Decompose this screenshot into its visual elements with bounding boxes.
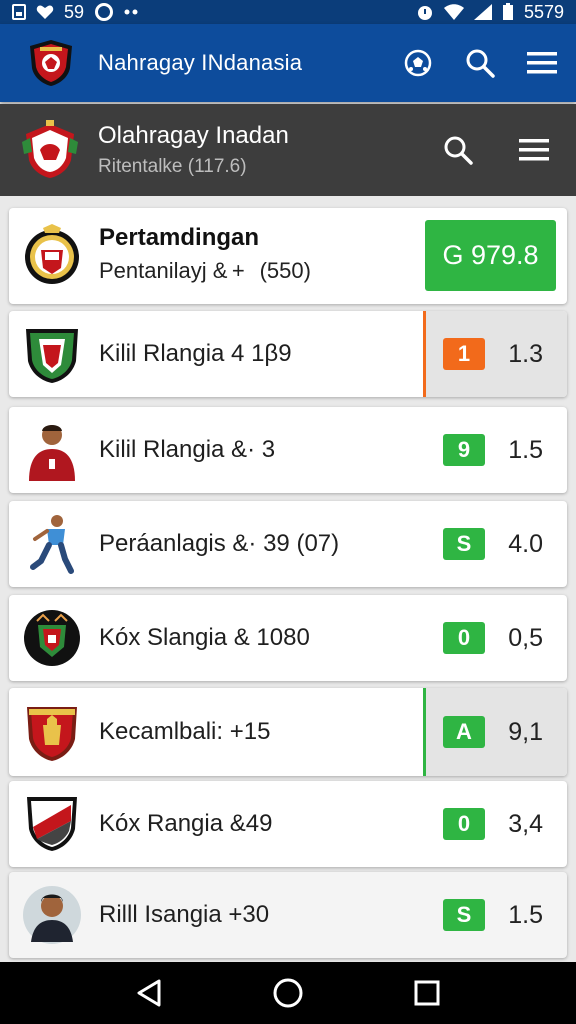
summary-card[interactable]: Pertamdingan Pentanilayj & + (550) G 979… <box>9 208 567 304</box>
match-badge: S <box>443 899 485 931</box>
match-badge: 0 <box>443 808 485 840</box>
match-badge: 1 <box>443 338 485 370</box>
match-row[interactable]: Kóx Rangia &49 0 3,4 <box>9 781 567 867</box>
wifi-icon <box>443 4 464 20</box>
match-label: Kóx Rangia &49 <box>99 810 273 837</box>
match-label: Kecamlbali: +15 <box>99 718 271 745</box>
back-icon[interactable] <box>129 973 169 1013</box>
club-crest-icon[interactable] <box>22 120 78 180</box>
player-avatar-icon <box>23 886 81 944</box>
match-badge: A <box>443 716 485 748</box>
club-crest-icon <box>26 329 78 383</box>
status-right: 5579 <box>416 2 564 23</box>
match-row[interactable]: Kóx Slangia & 1080 0 0,5 <box>9 595 567 681</box>
menu-icon[interactable] <box>516 132 552 168</box>
sub-header-title: Olahragay Inadan <box>98 122 289 149</box>
app-bar: Nahragay INdanasia <box>0 24 576 102</box>
match-row[interactable]: Rilll Isangia +30 S 1.5 <box>9 872 567 958</box>
match-odds[interactable]: 0,5 <box>508 624 543 653</box>
alarm-icon <box>417 6 432 20</box>
summary-subtitle: Pentanilayj & + (550) <box>99 258 311 283</box>
total-odds-button[interactable]: G 979.8 <box>425 220 556 291</box>
match-label: Kilil Rlangia 4 1β9 <box>99 340 292 367</box>
sim-card-icon <box>12 4 26 20</box>
match-label: Rilll Isangia +30 <box>99 901 270 928</box>
match-odds[interactable]: 3,4 <box>508 810 543 839</box>
soccer-ball-icon[interactable] <box>400 45 436 81</box>
player-kicking-icon <box>30 515 74 574</box>
app-screen: 59 5579 Nahragay INdanasia Olahragay Ina… <box>0 0 576 1024</box>
match-odds[interactable]: 1.5 <box>508 436 543 465</box>
match-label: Kilil Rlangia &· 3 <box>99 436 276 463</box>
menu-icon[interactable] <box>524 45 560 81</box>
search-icon[interactable] <box>440 132 476 168</box>
club-crest-icon[interactable] <box>26 38 76 88</box>
status-stripe <box>423 688 426 776</box>
sub-header-text: Olahragay Inadan Ritentalke (117.6) <box>98 122 289 178</box>
recents-icon[interactable] <box>407 973 447 1013</box>
search-icon[interactable] <box>462 45 498 81</box>
summary-title: Pertamdingan <box>99 224 260 251</box>
match-row[interactable]: Peráanlagis &· 39 (07) S 4.0 <box>9 501 567 587</box>
sub-header-subtitle: Ritentalke (117.6) <box>98 156 247 177</box>
match-badge: 0 <box>443 622 485 654</box>
status-stripe <box>423 311 426 397</box>
status-left: 59 <box>12 2 140 23</box>
chat-bubble-icon <box>95 3 114 21</box>
match-odds[interactable]: 4.0 <box>508 530 543 559</box>
match-label: Kóx Slangia & 1080 <box>99 624 310 651</box>
sub-header: Olahragay Inadan Ritentalke (117.6) <box>0 104 576 196</box>
signal-icon <box>473 4 492 20</box>
player-avatar-icon <box>29 425 75 481</box>
status-time-right: 5579 <box>523 1 564 22</box>
match-badge: S <box>443 528 485 560</box>
match-odds[interactable]: 9,1 <box>508 718 543 747</box>
match-row[interactable]: Kilil Rlangia 4 1β9 1 1.3 <box>9 311 567 397</box>
status-bar: 59 5579 <box>0 0 576 24</box>
match-row[interactable]: Kilil Rlangia &· 3 9 1.5 <box>9 407 567 493</box>
system-nav-bar <box>0 962 576 1024</box>
club-crest-icon <box>25 224 79 284</box>
more-dots-icon <box>124 9 138 15</box>
battery-icon <box>502 3 513 20</box>
club-crest-icon <box>27 707 77 761</box>
app-bar-actions <box>400 45 560 81</box>
match-list: Pertamdingan Pentanilayj & + (550) G 979… <box>0 196 576 962</box>
match-odds[interactable]: 1.3 <box>508 340 543 369</box>
match-label: Peráanlagis &· 39 (07) <box>99 530 340 557</box>
heart-icon <box>36 5 54 19</box>
match-row[interactable]: Kecamlbali: +15 A 9,1 <box>9 688 567 776</box>
club-crest-icon <box>24 610 80 666</box>
match-odds[interactable]: 1.5 <box>508 901 543 930</box>
club-crest-icon <box>27 797 77 851</box>
home-icon[interactable] <box>268 973 308 1013</box>
app-title: Nahragay INdanasia <box>98 50 303 75</box>
sub-header-actions <box>440 132 552 168</box>
match-badge: 9 <box>443 434 485 466</box>
status-time-left: 59 <box>64 1 85 22</box>
